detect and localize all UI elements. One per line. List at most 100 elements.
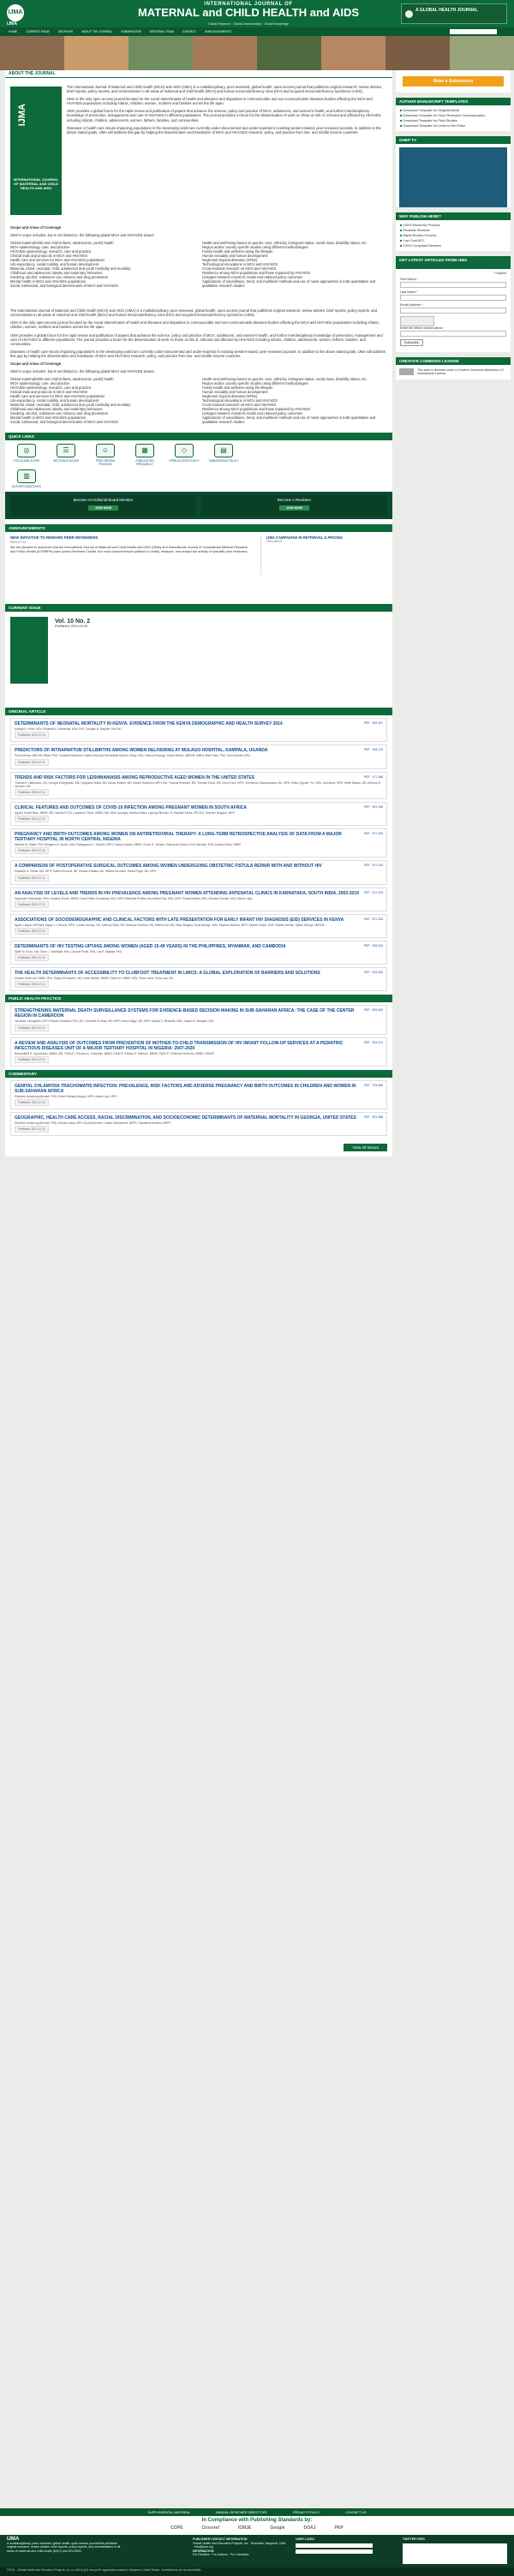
email-input[interactable] [400, 308, 506, 314]
global-health-badge[interactable]: A GLOBAL HEALTH JOURNAL [401, 3, 507, 24]
pdf-link[interactable]: PDF · 263-274 [364, 1041, 383, 1045]
first-name-input[interactable] [400, 282, 506, 288]
twitter-widget[interactable] [403, 2543, 507, 2564]
nav-about[interactable]: ABOUT THE JOURNAL [81, 30, 112, 33]
journal-logo[interactable]: IJMA [7, 4, 24, 21]
make-submission-button[interactable]: Make a Submission [403, 76, 504, 87]
subscribe-button[interactable]: Subscribe [400, 339, 423, 346]
nav-current[interactable]: CURRENT ISSUE [26, 30, 50, 33]
article-title[interactable]: Genital Chlamydia Trachomatis Infection:… [15, 1084, 383, 1094]
list-icon: ☰ [57, 444, 75, 458]
article-published: Published: 2021-07-11 [15, 874, 49, 882]
cc-by-badge[interactable] [399, 368, 414, 375]
article-title[interactable]: Clinical Features and Outcomes of COVID-… [15, 805, 383, 810]
article-title[interactable]: Associations of Sociodemographic and Cli… [15, 917, 383, 923]
article-title[interactable]: Trends and Risk Factors for Leishmaniasi… [15, 775, 383, 780]
article-published: Published: 2021-07-11 [15, 847, 49, 855]
view-all-issues-button[interactable]: View All Issues [344, 1144, 387, 1152]
join-editorial-button[interactable]: JOIN NOW [87, 505, 119, 511]
hero-photo [386, 36, 450, 70]
pdf-link[interactable]: PDF · 253-262 [364, 1008, 383, 1013]
quick-links: ◎ FOCUS AND SCOPE ☰ SECTION POLICIES ☺ PEER… [5, 440, 392, 469]
announcements: NEW INITIATIVE TO REWARD PEER REVIEWERS … [5, 532, 392, 578]
article-published: Published: 2021-07-11 [15, 789, 49, 797]
announcement-1-title[interactable]: NEW INITIATIVE TO REWARD PEER REVIEWERS [10, 535, 98, 540]
crossref-logo[interactable]: Crossref [201, 2525, 219, 2531]
announcement-1-date: 2021-07-13 [10, 541, 27, 545]
article-title[interactable]: Pregnancy and Birth Outcomes among Women… [15, 832, 383, 842]
nav-announcements[interactable]: ANNOUNCEMENTS [205, 30, 231, 33]
quick-link-peer-review[interactable]: ☺ PEER REVIEW PROCESS [89, 444, 122, 466]
people-icon: ☺ [96, 444, 115, 458]
cope-logo[interactable]: COPE [170, 2525, 182, 2531]
google-logo[interactable]: Google [270, 2525, 284, 2531]
article-authors: Manjunath Shankargiri, MSc; Pradeep Tenc… [15, 896, 253, 900]
quick-link-focus[interactable]: ◎ FOCUS AND SCOPE [10, 444, 43, 466]
issue-cover[interactable] [10, 617, 48, 684]
scope-lists-repeat: Global maternal/child and child (infants… [10, 377, 376, 425]
pdf-link[interactable]: PDF · 227-234 [364, 917, 383, 922]
nav-archives[interactable]: ARCHIVES [58, 30, 73, 33]
header-title: MATERNAL and CHILD HEALTH and AIDS [137, 6, 360, 19]
icmje-logo[interactable]: ICMJE [238, 2525, 251, 2531]
article-title[interactable]: Predictors of Intrapartum Stillbirths am… [15, 748, 383, 753]
nav-editorial[interactable]: EDITORIAL TEAM [150, 30, 174, 33]
pdf-link[interactable]: PDF · 275-280 [364, 1084, 383, 1088]
current-issue: Vol. 10 No. 2 Published: 2021-09-29 [5, 612, 392, 690]
article-title[interactable]: Strengthening Maternal Death Surveillanc… [15, 1008, 383, 1019]
pdf-link[interactable]: PDF · 217-226 [364, 891, 383, 895]
template-link[interactable]: Download Template for Letter to the Edit… [400, 123, 506, 129]
public-health-articles: PDF · 253-262 Strengthening Maternal Deat… [5, 1005, 392, 1067]
ghep-tv-box: GHEP TV [396, 136, 511, 207]
nav-home[interactable]: HOME [9, 30, 17, 33]
quick-link-sections[interactable]: ☰ SECTION POLICIES [50, 444, 82, 466]
pkp-logo[interactable]: PKP [334, 2525, 343, 2531]
hero-photo [128, 36, 193, 70]
article-authors: Agnes Langat, MScMed; Nguyo L. Fathone, … [15, 923, 325, 927]
journal-cover[interactable]: IJMA INTERNATIONAL JOURNAL OF MATERNAL A… [10, 87, 62, 215]
article-title[interactable]: Geographic, Health Care Access, Racial D… [15, 1115, 383, 1121]
pdf-link[interactable]: PDF · 281-288 [364, 1115, 383, 1120]
article-title[interactable]: A Comparison of Postoperative Surgical O… [15, 864, 383, 869]
site-header: IJMA IJMA INTERNATIONAL JOURNAL OF MATER… [0, 0, 514, 27]
article-published: Published: 2021-07-11 [15, 758, 49, 766]
pdf-link[interactable]: PDF · 243-252 [364, 971, 383, 975]
quick-link-submissions[interactable]: ▤ SUBMISSIONS POLICY [207, 444, 240, 466]
article-card: PDF · 263-274 A Review and Analysis of Ou… [10, 1037, 387, 1067]
video-player[interactable] [399, 147, 507, 207]
pdf-link[interactable]: PDF · 197-206 [364, 832, 383, 836]
password-input[interactable] [296, 2549, 373, 2554]
doaj-logo[interactable]: DOAJ [304, 2525, 316, 2531]
quick-link-author-guidelines[interactable]: ▥ AUTHOR GUIDELINES [10, 469, 43, 488]
nav-contact[interactable]: CONTACT [182, 30, 196, 33]
quick-link-open-access[interactable]: ◇ OPEN ACCESS POLICY [168, 444, 200, 466]
pdf-link[interactable]: PDF · 159-167 [364, 721, 383, 726]
article-title[interactable]: Determinants of HIV Testing Uptake among… [15, 944, 383, 949]
search-input[interactable] [450, 29, 497, 34]
scope-list-a: Global maternal/child and child (infants… [10, 241, 131, 289]
pdf-link[interactable]: PDF · 168-176 [364, 748, 383, 752]
reviewer-banner: Become A Reviewer JOIN NOW [201, 495, 387, 517]
article-authors: Blessedfield R. Ugochukwu, MBBS, MD, FWA… [15, 1051, 215, 1055]
article-published: Published: 2021-07-11 [15, 732, 49, 739]
last-name-input[interactable] [400, 295, 506, 301]
main-column: ABOUT THE JOURNAL IJMA INTERNATIONAL JOU… [5, 70, 392, 1157]
article-title[interactable]: A Review and Analysis of Outcomes from P… [15, 1041, 383, 1051]
pdf-link[interactable]: PDF · 187-196 [364, 805, 383, 810]
article-title[interactable]: The Health Determinants of Accessibility… [15, 971, 383, 976]
original-articles: PDF · 159-167 Determinants of Neonatal Mo… [5, 718, 392, 992]
article-published: Published: 2021-07-11 [15, 816, 49, 823]
article-title[interactable]: Determinants of Neonatal Mortality in Ke… [15, 721, 383, 726]
public-health-heading: PUBLIC HEALTH PRACTICE [5, 995, 392, 1003]
pdf-link[interactable]: PDF · 235-242 [364, 944, 383, 948]
issue-published: Published: 2021-09-29 [55, 625, 88, 629]
announcement-2: IJMA CAMPAIGNS IN RETRIEVAL & PRICING 20… [260, 535, 387, 576]
join-reviewer-button[interactable]: JOIN NOW [278, 505, 310, 511]
username-input[interactable] [296, 2543, 373, 2548]
pdf-link[interactable]: PDF · 177-186 [364, 775, 383, 780]
pdf-link[interactable]: PDF · 207-216 [364, 864, 383, 868]
quick-link-frequency[interactable]: ▦ PUBLICATION FREQUENCY [128, 444, 161, 466]
nav-submissions[interactable]: SUBMISSIONS [121, 30, 141, 33]
captcha-input[interactable] [400, 331, 506, 337]
article-title[interactable]: An Analysis of Levels and Trends in HIV … [15, 891, 383, 896]
